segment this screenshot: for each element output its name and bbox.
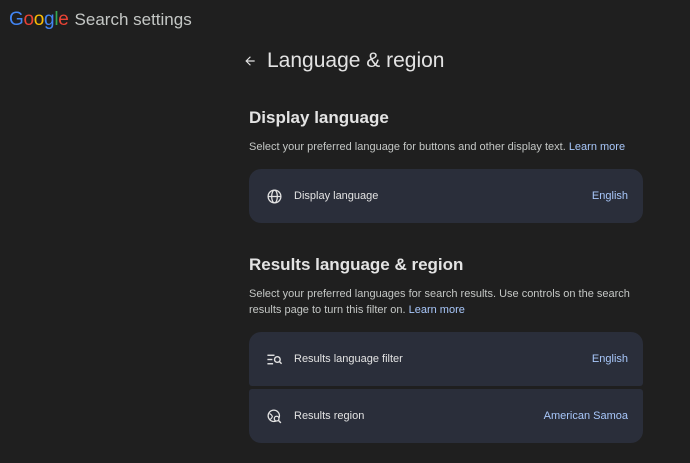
row-label: Results region <box>294 410 365 422</box>
logo-letter: o <box>33 9 45 30</box>
logo-letter: g <box>44 9 55 30</box>
card-group: Results language filter English Results … <box>249 332 643 443</box>
back-button[interactable] <box>240 51 260 71</box>
main-content: Language & region Display language Selec… <box>240 44 644 443</box>
logo-letter: o <box>23 9 34 30</box>
row-label: Display language <box>294 190 379 202</box>
logo-letter: e <box>58 9 69 30</box>
location-search-icon <box>265 407 283 425</box>
section-title: Results language & region <box>249 255 464 274</box>
results-language-filter-row[interactable]: Results language filter English <box>249 332 643 386</box>
section-title: Display language <box>249 108 389 127</box>
section-description: Select your preferred language for butto… <box>249 139 643 155</box>
results-section: Results language & region Select your pr… <box>249 254 643 443</box>
settings-page: G o o g l e Search settings Language & r… <box>0 0 690 463</box>
learn-more-link[interactable]: Learn more <box>409 304 465 316</box>
learn-more-link[interactable]: Learn more <box>569 141 625 153</box>
row-value: English <box>591 190 628 202</box>
header-title: Search settings <box>74 10 192 29</box>
row-value: English <box>591 353 628 365</box>
filter-search-icon <box>265 350 283 368</box>
results-region-row[interactable]: Results region American Samoa <box>249 389 643 443</box>
google-logo[interactable]: G o o g l e <box>9 8 69 32</box>
page-title: Language & region <box>267 49 445 72</box>
section-description: Select your preferred languages for sear… <box>249 286 643 318</box>
display-language-section: Display language Select your preferred l… <box>249 107 643 223</box>
logo-letter: G <box>9 9 24 30</box>
header: G o o g l e Search settings <box>9 8 192 32</box>
card-group: Display language English <box>249 169 643 223</box>
description-text: Select your preferred language for butto… <box>249 141 566 153</box>
row-label: Results language filter <box>294 353 403 365</box>
row-value: American Samoa <box>543 410 628 422</box>
page-title-row: Language & region <box>240 44 644 78</box>
arrow-left-icon <box>245 56 255 66</box>
display-language-row[interactable]: Display language English <box>249 169 643 223</box>
globe-icon <box>265 187 283 205</box>
